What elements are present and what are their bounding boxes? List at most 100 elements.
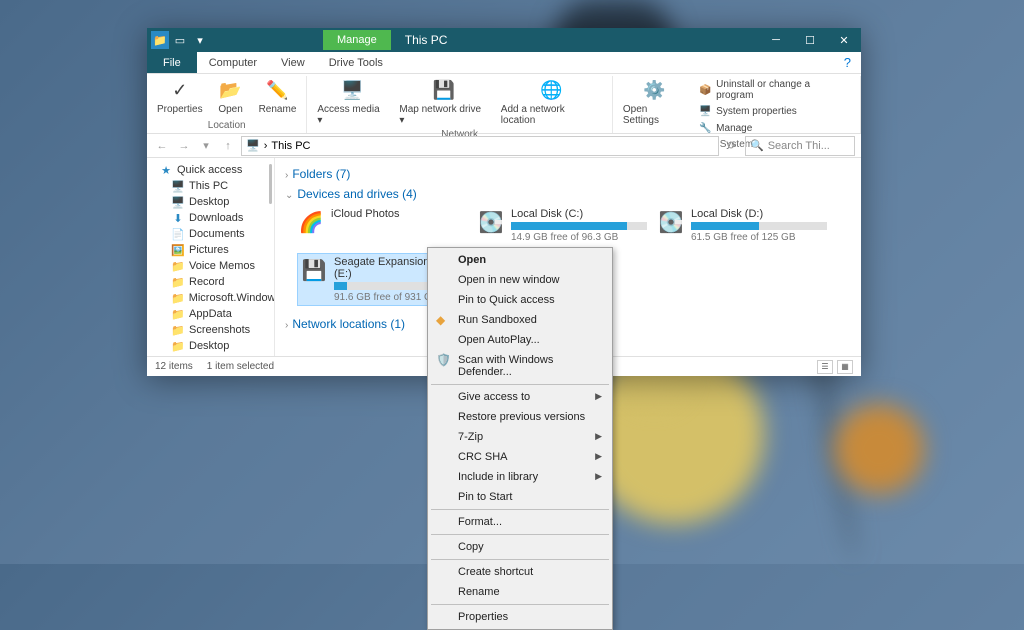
drive-c[interactable]: 💽 Local Disk (C:) 14.9 GB free of 96.3 G… [477, 208, 647, 243]
tab-manage[interactable]: Manage [323, 30, 391, 50]
group-location-label: Location [151, 119, 302, 133]
rename-icon: ✏️ [265, 78, 289, 102]
manage-icon: 🔧 [698, 121, 712, 135]
nav-this-pc[interactable]: 🖥️This PC [147, 178, 274, 194]
pc-icon: 🖥️ [246, 139, 260, 152]
navigation-pane[interactable]: ★Quick access 🖥️This PC 🖥️Desktop ⬇Downl… [147, 158, 275, 356]
section-devices[interactable]: ⌄Devices and drives (4) [285, 184, 851, 204]
settings-icon: ⚙️ [643, 78, 667, 102]
sandbox-icon: ◆ [436, 313, 452, 329]
drive-icon: 💽 [657, 208, 685, 236]
refresh-button[interactable]: ⟳ [723, 139, 741, 152]
external-drive-icon: 💾 [300, 256, 328, 284]
ctx-open-new-window[interactable]: Open in new window [430, 270, 610, 290]
ribbon-open-settings[interactable]: ⚙️Open Settings [617, 76, 692, 138]
ctx-crc-sha[interactable]: CRC SHA▶ [430, 447, 610, 467]
nav-desktop[interactable]: 🖥️Desktop [147, 194, 274, 210]
nav-recent[interactable]: ▾ [197, 137, 215, 155]
media-icon: 🖥️ [340, 78, 364, 102]
titlebar: 📁 ▭ ▾ Manage This PC ─ ☐ ✕ [147, 28, 861, 52]
folder-icon: 📁 [171, 307, 185, 321]
menu-view[interactable]: View [269, 52, 317, 73]
separator [431, 559, 609, 560]
ctx-run-sandboxed[interactable]: ◆Run Sandboxed [430, 310, 610, 330]
folder-icon: 📁 [171, 259, 185, 273]
folder-icon: 📁 [171, 323, 185, 337]
nav-quick-access[interactable]: ★Quick access [147, 162, 274, 178]
ctx-format[interactable]: Format... [430, 512, 610, 532]
star-icon: ★ [159, 163, 173, 177]
address-field[interactable]: 🖥️ › This PC [241, 136, 719, 156]
ctx-restore[interactable]: Restore previous versions [430, 407, 610, 427]
ctx-7zip[interactable]: 7-Zip▶ [430, 427, 610, 447]
shield-icon: 🛡️ [436, 353, 452, 369]
maximize-button[interactable]: ☐ [793, 28, 827, 52]
icloud-icon: 🌈 [297, 208, 325, 236]
ribbon-uninstall[interactable]: 📦Uninstall or change a program [696, 78, 852, 102]
ctx-create-shortcut[interactable]: Create shortcut [430, 562, 610, 582]
folder-icon: 📁 [171, 291, 185, 305]
qat-dropdown-icon[interactable]: ▾ [191, 31, 209, 49]
ctx-properties[interactable]: Properties [430, 607, 610, 627]
ribbon-properties[interactable]: ✓Properties [151, 76, 209, 119]
drive-d[interactable]: 💽 Local Disk (D:) 61.5 GB free of 125 GB [657, 208, 827, 243]
view-tiles-button[interactable]: ▦ [837, 360, 853, 374]
ctx-autoplay[interactable]: Open AutoPlay... [430, 330, 610, 350]
menu-computer[interactable]: Computer [197, 52, 269, 73]
separator [431, 604, 609, 605]
pictures-icon: 🖼️ [171, 243, 185, 257]
sysprops-icon: 🖥️ [698, 104, 712, 118]
ctx-copy[interactable]: Copy [430, 537, 610, 557]
nav-up[interactable]: ↑ [219, 137, 237, 155]
nav-forward[interactable]: → [175, 137, 193, 155]
uninstall-icon: 📦 [698, 83, 712, 97]
downloads-icon: ⬇ [171, 211, 185, 225]
nav-desktop2[interactable]: 📁Desktop [147, 338, 274, 354]
scrollbar[interactable] [269, 164, 272, 204]
ribbon-open[interactable]: 📂Open [209, 76, 253, 119]
nav-record[interactable]: 📁Record [147, 274, 274, 290]
separator [431, 534, 609, 535]
folder-icon: 📁 [171, 275, 185, 289]
view-details-button[interactable]: ☰ [817, 360, 833, 374]
nav-appdata[interactable]: 📁AppData [147, 306, 274, 322]
search-input[interactable]: 🔍 Search Thi... [745, 136, 855, 156]
nav-voice-memos[interactable]: 📁Voice Memos [147, 258, 274, 274]
chevron-right-icon: › [285, 170, 288, 181]
ribbon: ✓Properties 📂Open ✏️Rename Location 🖥️Ac… [147, 74, 861, 134]
menu-file[interactable]: File [147, 52, 197, 73]
drive-icloud[interactable]: 🌈 iCloud Photos [297, 208, 467, 243]
menu-drive-tools[interactable]: Drive Tools [317, 52, 395, 73]
ctx-give-access[interactable]: Give access to▶ [430, 387, 610, 407]
add-location-icon: 🌐 [539, 78, 563, 102]
separator [431, 509, 609, 510]
chevron-right-icon: ▶ [595, 431, 602, 442]
help-icon[interactable]: ? [834, 52, 861, 73]
sysmenu-icon[interactable]: 📁 [151, 31, 169, 49]
close-button[interactable]: ✕ [827, 28, 861, 52]
ctx-pin-quick[interactable]: Pin to Quick access [430, 290, 610, 310]
qat-properties-icon[interactable]: ▭ [171, 31, 189, 49]
nav-documents[interactable]: 📄Documents [147, 226, 274, 242]
ctx-open[interactable]: Open [430, 250, 610, 270]
map-drive-icon: 💾 [432, 78, 456, 102]
section-folders[interactable]: ›Folders (7) [285, 164, 851, 184]
folder-icon: 📁 [171, 339, 185, 353]
search-icon: 🔍 [750, 139, 764, 152]
nav-screenshots[interactable]: 📁Screenshots [147, 322, 274, 338]
ribbon-system-properties[interactable]: 🖥️System properties [696, 103, 852, 119]
ctx-pin-start[interactable]: Pin to Start [430, 487, 610, 507]
nav-back[interactable]: ← [153, 137, 171, 155]
documents-icon: 📄 [171, 227, 185, 241]
ctx-defender[interactable]: 🛡️Scan with Windows Defender... [430, 350, 610, 382]
ribbon-add-location[interactable]: 🌐Add a network location [495, 76, 608, 128]
ctx-rename[interactable]: Rename [430, 582, 610, 602]
nav-pictures[interactable]: 🖼️Pictures [147, 242, 274, 258]
minimize-button[interactable]: ─ [759, 28, 793, 52]
ribbon-access-media[interactable]: 🖥️Access media ▾ [311, 76, 393, 128]
nav-mswin[interactable]: 📁Microsoft.WindowsTe [147, 290, 274, 306]
ribbon-rename[interactable]: ✏️Rename [253, 76, 303, 119]
nav-downloads[interactable]: ⬇Downloads [147, 210, 274, 226]
ribbon-map-drive[interactable]: 💾Map network drive ▾ [393, 76, 494, 128]
ctx-include-library[interactable]: Include in library▶ [430, 467, 610, 487]
